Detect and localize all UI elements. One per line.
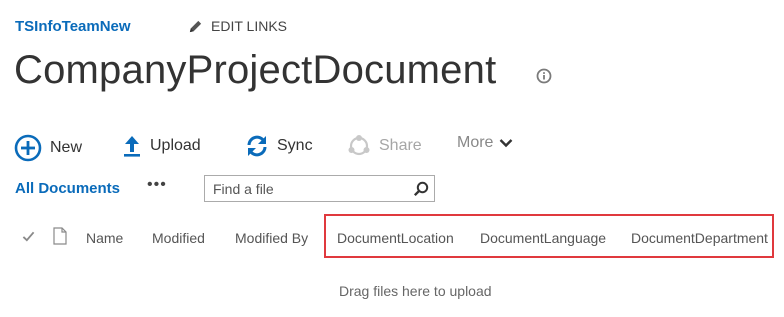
column-header-modified[interactable]: Modified xyxy=(152,230,205,246)
new-label: New xyxy=(50,139,83,156)
upload-label: Upload xyxy=(150,137,201,154)
upload-arrow-icon xyxy=(124,136,140,157)
search-icon xyxy=(413,181,429,196)
edit-links-label: EDIT LINKS xyxy=(211,18,287,34)
site-title-link[interactable]: TSInfoTeamNew xyxy=(15,18,131,35)
column-header-name[interactable]: Name xyxy=(86,230,123,246)
check-icon[interactable] xyxy=(22,230,35,243)
pencil-icon xyxy=(189,20,202,32)
column-header-modified-by[interactable]: Modified By xyxy=(235,230,308,246)
edit-links-button[interactable]: EDIT LINKS xyxy=(188,18,287,34)
sync-button[interactable]: Sync xyxy=(245,134,313,158)
chevron-down-icon xyxy=(500,139,513,148)
upload-button[interactable]: Upload xyxy=(122,134,201,158)
info-icon[interactable] xyxy=(536,68,552,84)
more-label: More xyxy=(457,134,494,151)
drop-zone-hint: Drag files here to upload xyxy=(339,283,492,299)
new-button[interactable]: New xyxy=(14,134,82,162)
more-button[interactable]: More xyxy=(457,134,513,152)
share-icon xyxy=(348,135,370,156)
share-label: Share xyxy=(379,137,422,154)
sync-icon xyxy=(247,135,267,157)
view-all-documents[interactable]: All Documents xyxy=(15,180,120,197)
highlight-annotation-box xyxy=(324,214,774,258)
document-icon xyxy=(53,227,67,245)
view-more-options[interactable]: ••• xyxy=(147,176,167,194)
sync-label: Sync xyxy=(277,137,313,154)
page-title: CompanyProjectDocument xyxy=(14,48,497,92)
search-input[interactable] xyxy=(205,176,408,201)
search-button[interactable] xyxy=(408,176,434,201)
plus-circle-icon xyxy=(14,134,42,162)
share-button[interactable]: Share xyxy=(347,134,422,158)
search-box xyxy=(204,175,435,202)
